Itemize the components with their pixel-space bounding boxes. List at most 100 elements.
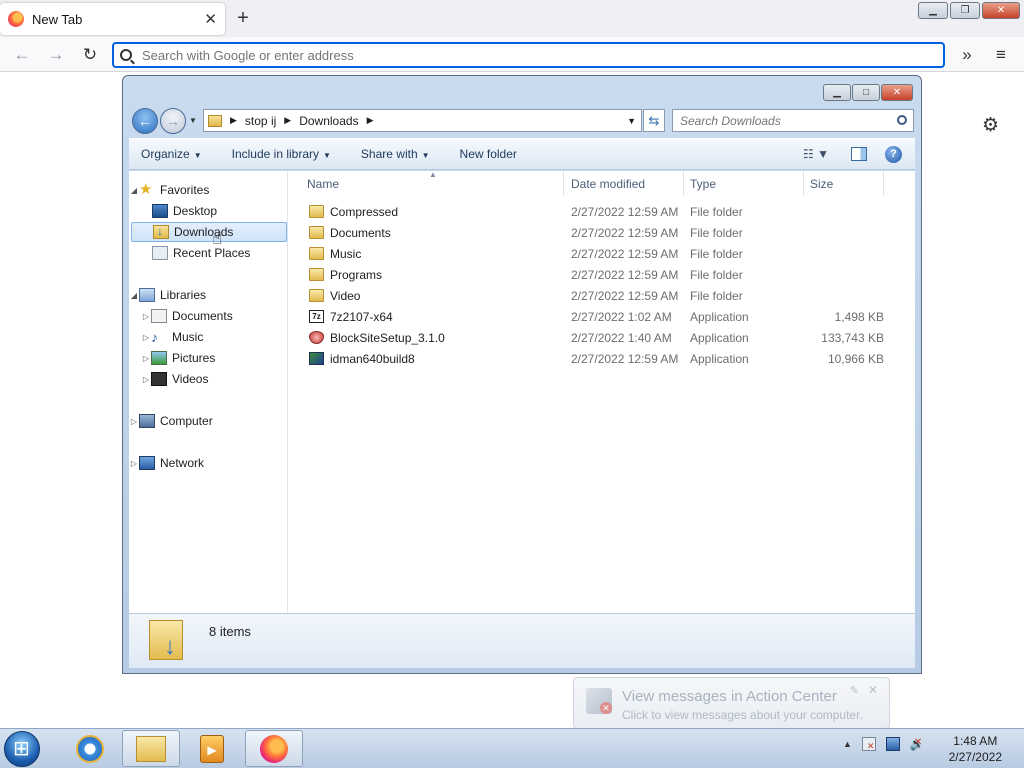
- expand-arrow-icon[interactable]: ▷: [129, 417, 139, 426]
- column-header-date-modified[interactable]: Date modified: [564, 171, 684, 196]
- nav-item-downloads[interactable]: Downloads: [131, 222, 287, 242]
- taskbar: ▲ 🔈 1:48 AM 2/27/2022: [0, 728, 1024, 768]
- minimize-button[interactable]: ▁: [823, 84, 851, 101]
- nav-item-network[interactable]: ▷ Network: [129, 453, 288, 473]
- restore-button[interactable]: ❐: [950, 2, 980, 19]
- action-center-notification[interactable]: ✕ View messages in Action Center Click t…: [573, 677, 890, 729]
- file-row[interactable]: Music 2/27/2022 12:59 AM File folder: [289, 243, 915, 264]
- column-header-type[interactable]: Type: [684, 171, 804, 196]
- back-arrow-icon[interactable]: ←: [12, 45, 32, 65]
- chevron-right-icon[interactable]: ▶: [367, 115, 374, 126]
- file-type: File folder: [690, 225, 743, 240]
- firefox-icon: [260, 734, 288, 763]
- share-with-label: Share with: [360, 147, 418, 161]
- maximize-button[interactable]: □: [852, 84, 880, 101]
- file-row[interactable]: 7z 7z2107-x64 2/27/2022 1:02 AM Applicati…: [289, 306, 915, 327]
- nav-item-favorites[interactable]: ◢ ★ Favorites: [129, 180, 288, 200]
- overflow-chevron-icon[interactable]: »: [957, 45, 977, 65]
- organize-label: Organize: [141, 147, 190, 161]
- breadcrumb[interactable]: ▶ stop ij ▶ Downloads ▶ ▼: [203, 109, 642, 132]
- show-hidden-icons-icon[interactable]: ▲: [843, 739, 852, 749]
- nav-item-music[interactable]: ▷ ♪ Music: [129, 327, 288, 347]
- taskbar-firefox[interactable]: [245, 730, 303, 767]
- search-icon: [120, 49, 132, 61]
- nav-item-pictures[interactable]: ▷ Pictures: [129, 348, 288, 368]
- expand-arrow-icon[interactable]: ▷: [141, 375, 151, 384]
- taskbar-media-player[interactable]: [183, 730, 241, 767]
- action-center-tray-icon[interactable]: [861, 737, 876, 752]
- nav-item-recent-places[interactable]: Recent Places: [129, 243, 288, 263]
- network-tray-icon[interactable]: [885, 737, 900, 751]
- explorer-body: ◢ ★ Favorites Desktop Downloads Recent P…: [129, 170, 915, 613]
- preview-pane-icon[interactable]: [851, 147, 867, 161]
- nav-label: Desktop: [173, 204, 218, 218]
- help-icon[interactable]: ?: [885, 146, 902, 163]
- nav-item-computer[interactable]: ▷ Computer: [129, 411, 288, 431]
- organize-button[interactable]: Organize ▼: [141, 147, 202, 161]
- breadcrumb-item-stop-ij[interactable]: stop ij: [245, 114, 276, 128]
- nav-item-desktop[interactable]: Desktop: [129, 201, 288, 221]
- refresh-button[interactable]: ⇆: [643, 109, 665, 132]
- taskbar-internet-explorer[interactable]: [61, 730, 119, 767]
- file-row[interactable]: idman640build8 2/27/2022 12:59 AM Applic…: [289, 348, 915, 369]
- collapse-arrow-icon[interactable]: ◢: [129, 186, 139, 195]
- column-label: Type: [690, 176, 717, 191]
- chevron-right-icon[interactable]: ▶: [230, 115, 237, 126]
- nav-item-documents[interactable]: ▷ Documents: [129, 306, 288, 326]
- nav-item-libraries[interactable]: ◢ Libraries: [129, 285, 288, 305]
- start-button[interactable]: [4, 731, 40, 767]
- reload-icon[interactable]: ↻: [80, 45, 100, 65]
- close-button[interactable]: ✕: [982, 2, 1020, 19]
- search-input[interactable]: [680, 113, 895, 128]
- close-tab-icon[interactable]: ✕: [204, 10, 217, 28]
- notification-title: View messages in Action Center: [622, 688, 837, 705]
- pin-icon[interactable]: ✎: [850, 684, 859, 697]
- breadcrumb-item-downloads[interactable]: Downloads: [299, 114, 358, 128]
- nav-item-videos[interactable]: ▷ Videos: [129, 369, 288, 389]
- tab-new-tab[interactable]: New Tab ✕: [0, 3, 225, 35]
- notification-subtitle: Click to view messages about your comput…: [622, 708, 863, 722]
- back-button[interactable]: ←: [132, 108, 158, 134]
- gear-icon[interactable]: ⚙: [982, 114, 999, 137]
- nav-label: Libraries: [160, 288, 207, 302]
- url-bar[interactable]: [112, 42, 945, 68]
- taskbar-windows-explorer[interactable]: [122, 730, 180, 767]
- recent-places-icon: [152, 246, 168, 260]
- expand-arrow-icon[interactable]: ▷: [129, 459, 139, 468]
- browser-window-controls: ▁ ❐ ✕: [918, 2, 1020, 19]
- chevron-right-icon[interactable]: ▶: [284, 115, 291, 126]
- file-row[interactable]: Video 2/27/2022 12:59 AM File folder: [289, 285, 915, 306]
- search-box[interactable]: [672, 109, 914, 132]
- expand-arrow-icon[interactable]: ▷: [141, 354, 151, 363]
- file-size: 133,743 KB: [821, 330, 884, 345]
- expand-arrow-icon[interactable]: ▷: [141, 333, 151, 342]
- forward-button[interactable]: →: [160, 108, 186, 134]
- volume-muted-icon[interactable]: 🔈: [910, 737, 925, 751]
- file-type: Application: [690, 330, 749, 345]
- expand-arrow-icon[interactable]: ▷: [141, 312, 151, 321]
- forward-arrow-icon[interactable]: →: [46, 45, 66, 65]
- column-header-name[interactable]: Name: [289, 171, 564, 196]
- address-dropdown-icon[interactable]: ▼: [627, 116, 636, 126]
- include-in-library-button[interactable]: Include in library ▼: [232, 147, 331, 161]
- close-icon[interactable]: ✕: [868, 683, 878, 697]
- include-in-library-label: Include in library: [231, 147, 319, 161]
- hamburger-menu-icon[interactable]: ≡: [991, 45, 1011, 65]
- new-folder-button[interactable]: New folder: [460, 147, 517, 161]
- recent-pages-chevron-icon[interactable]: ▼: [189, 116, 197, 125]
- minimize-button[interactable]: ▁: [918, 2, 948, 19]
- file-row[interactable]: Programs 2/27/2022 12:59 AM File folder: [289, 264, 915, 285]
- url-input[interactable]: [142, 47, 922, 63]
- new-tab-button[interactable]: +: [232, 7, 254, 30]
- file-row[interactable]: BlockSiteSetup_3.1.0 2/27/2022 1:40 AM A…: [289, 327, 915, 348]
- file-row[interactable]: Documents 2/27/2022 12:59 AM File folder: [289, 222, 915, 243]
- column-header-size[interactable]: Size: [804, 171, 884, 196]
- file-row[interactable]: Compressed 2/27/2022 12:59 AM File folde…: [289, 201, 915, 222]
- close-button[interactable]: ✕: [881, 84, 913, 101]
- change-view-button[interactable]: ☷ ▼: [803, 147, 829, 161]
- nav-label: Music: [172, 330, 204, 344]
- collapse-arrow-icon[interactable]: ◢: [129, 291, 139, 300]
- idm-icon: [309, 352, 324, 365]
- clock[interactable]: 1:48 AM 2/27/2022: [949, 733, 1002, 765]
- share-with-button[interactable]: Share with ▼: [361, 147, 430, 161]
